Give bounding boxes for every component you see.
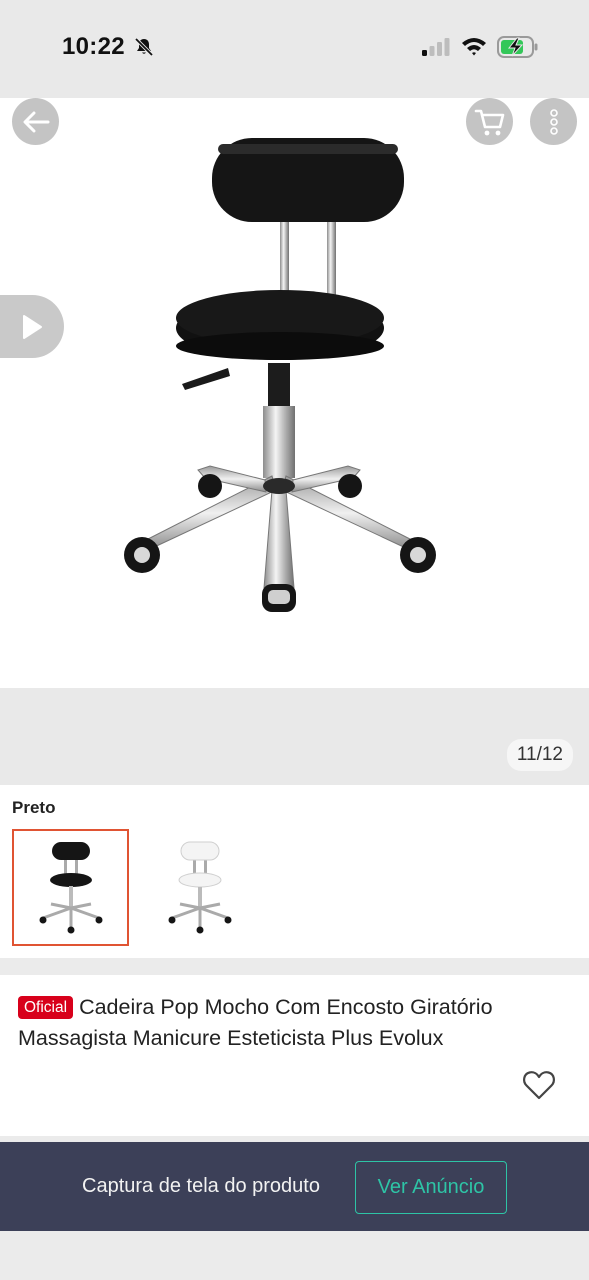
status-bar: 10:22 [0,0,589,98]
capture-text: Captura de tela do produto [82,1175,320,1197]
heart-icon[interactable] [522,1069,556,1101]
product-image[interactable] [110,118,450,648]
cart-button[interactable] [466,98,513,145]
video-play-button[interactable] [0,295,64,358]
product-info: Oficial Cadeira Pop Mocho Com Encosto Gir… [0,975,589,1136]
gallery-footer: 11/12 [0,688,589,785]
view-ad-button[interactable]: Ver Anúncio [355,1161,507,1214]
product-title: Oficial Cadeira Pop Mocho Com Encosto Gir… [18,992,568,1054]
status-time: 10:22 [62,33,125,60]
variant-label: Preto [12,798,56,817]
screen: 10:22 11/12 Preto Oficial Cadeira Pop Mo… [0,0,589,1280]
image-counter: 11/12 [506,739,573,771]
official-badge: Oficial [18,996,74,1019]
variant-selector: Preto [0,785,589,958]
product-gallery[interactable] [0,98,589,688]
variant-option-black[interactable] [12,829,129,946]
black-stool-thumbnail [39,841,102,933]
back-arrow-icon [23,111,49,132]
product-title-text: Cadeira Pop Mocho Com Encosto Giratório … [18,995,493,1050]
cart-icon [474,109,504,135]
bell-slash-icon [134,37,154,57]
variant-option-white[interactable] [141,829,258,946]
back-button[interactable] [12,98,59,145]
battery-charging-icon [497,36,538,58]
capture-bar: Captura de tela do produto Ver Anúncio [0,1142,589,1231]
signal-icon [422,38,450,56]
white-stool-thumbnail [168,841,231,933]
more-button[interactable] [530,98,577,145]
play-icon [23,314,42,339]
wifi-icon [462,38,486,56]
more-vertical-icon [549,108,558,135]
